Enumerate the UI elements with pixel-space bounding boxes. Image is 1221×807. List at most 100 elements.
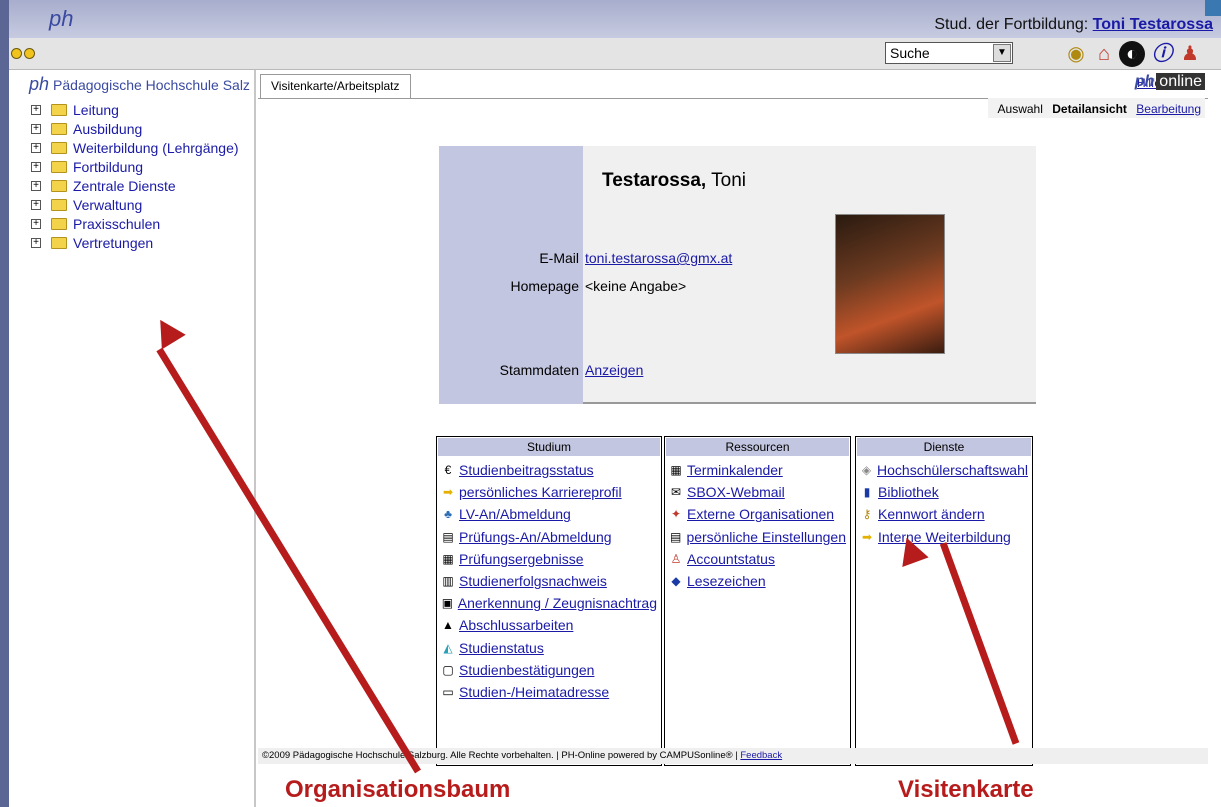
studium-item[interactable]: ♣ LV-An/Abmeldung	[441, 503, 657, 525]
tree-item-label[interactable]: Ausbildung	[73, 121, 142, 137]
chevron-down-icon[interactable]: ▼	[993, 44, 1011, 62]
organization-icon: ✦	[670, 507, 682, 522]
org-tree-title[interactable]: ph Pädagogische Hochschule Salz	[29, 74, 250, 95]
expand-icon[interactable]: +	[31, 218, 41, 229]
ressourcen-item[interactable]: ✦ Externe Organisationen	[669, 503, 846, 525]
ressourcen-item[interactable]: ♙ Accountstatus	[669, 548, 846, 570]
expand-icon[interactable]: +	[31, 123, 41, 134]
view-modes: Auswahl Detailansicht Bearbeitung	[987, 98, 1205, 118]
ressourcen-item[interactable]: ◆ Lesezeichen	[669, 570, 846, 592]
view-auswahl[interactable]: Auswahl	[998, 102, 1043, 116]
menu-link[interactable]: Studienerfolgsnachweis	[459, 573, 607, 589]
tree-item-label[interactable]: Leitung	[73, 102, 119, 118]
menu-link[interactable]: LV-An/Abmeldung	[459, 506, 571, 522]
dienste-item[interactable]: ▮ Bibliothek	[860, 481, 1028, 503]
menu-link[interactable]: Terminkalender	[687, 462, 783, 478]
studium-item[interactable]: ◭ Studienstatus	[441, 637, 657, 659]
tree-item[interactable]: + Vertretungen	[31, 233, 239, 252]
logout-icon[interactable]: ◐	[1119, 41, 1145, 67]
menu-link[interactable]: Studienbeitragsstatus	[459, 462, 594, 478]
expand-icon[interactable]: +	[31, 237, 41, 248]
menu-link[interactable]: Externe Organisationen	[687, 506, 834, 522]
tree-item[interactable]: + Ausbildung	[31, 119, 239, 138]
expand-icon[interactable]: +	[31, 180, 41, 191]
nav-forward-icon[interactable]	[24, 48, 35, 59]
studium-item[interactable]: ▭ Studien-/Heimatadresse	[441, 681, 657, 703]
homepage-label: Homepage	[510, 278, 580, 294]
tree-item-label[interactable]: Verwaltung	[73, 197, 142, 213]
studium-item[interactable]: ▲ Abschlussarbeiten	[441, 614, 657, 636]
dienste-item[interactable]: ◈ Hochschülerschaftswahl	[860, 459, 1028, 481]
view-detailansicht[interactable]: Detailansicht	[1052, 102, 1127, 116]
profile-photo	[835, 214, 945, 354]
menu-link[interactable]: Kennwort ändern	[878, 506, 985, 522]
view-bearbeitung[interactable]: Bearbeitung	[1136, 102, 1201, 116]
ressourcen-item[interactable]: ✉ SBOX-Webmail	[669, 481, 846, 503]
info-icon[interactable]: ⓘ	[1149, 41, 1175, 67]
menu-link[interactable]: SBOX-Webmail	[687, 484, 785, 500]
person-icon[interactable]: ♟	[1177, 41, 1203, 67]
dienste-item[interactable]: ⚷ Kennwort ändern	[860, 503, 1028, 525]
caption-visitenkarte: Visitenkarte	[898, 776, 1034, 803]
studium-item[interactable]: € Studienbeitragsstatus	[441, 459, 657, 481]
menu-link[interactable]: Prüfungsergebnisse	[459, 551, 584, 567]
menu-link[interactable]: persönliches Karriereprofil	[459, 484, 622, 500]
tree-item[interactable]: + Fortbildung	[31, 157, 239, 176]
email-link[interactable]: toni.testarossa@gmx.at	[585, 250, 732, 266]
tree-item-label[interactable]: Weiterbildung (Lehrgänge)	[73, 140, 239, 156]
tree-item[interactable]: + Praxisschulen	[31, 214, 239, 233]
menu-link[interactable]: Anerkennung / Zeugnisnachtrag	[458, 595, 657, 611]
ph-online-logo: ph online	[1135, 73, 1205, 91]
studium-item[interactable]: ▣ Anerkennung / Zeugnisnachtrag	[441, 592, 657, 614]
menu-link[interactable]: Bibliothek	[878, 484, 939, 500]
menu-link[interactable]: Studienbestätigungen	[459, 662, 594, 678]
expand-icon[interactable]: +	[31, 199, 41, 210]
search-select-value: Suche	[890, 45, 930, 61]
brand-online: online	[1156, 73, 1205, 90]
last-name: Testarossa,	[602, 170, 707, 191]
calendar-icon: ▦	[670, 463, 682, 478]
studium-item[interactable]: ▦ Prüfungsergebnisse	[441, 548, 657, 570]
expand-icon[interactable]: +	[31, 161, 41, 172]
tab-visitenkarte[interactable]: Visitenkarte/Arbeitsplatz	[260, 74, 411, 98]
tree-item-label[interactable]: Zentrale Dienste	[73, 178, 176, 194]
folder-icon	[51, 217, 67, 230]
search-select[interactable]: Suche ▼	[885, 42, 1013, 64]
tree-item[interactable]: + Weiterbildung (Lehrgänge)	[31, 138, 239, 157]
certificate-icon: ▣	[441, 596, 454, 611]
menu-link[interactable]: Accountstatus	[687, 551, 775, 567]
studium-item[interactable]: ▥ Studienerfolgsnachweis	[441, 570, 657, 592]
tree-item-label[interactable]: Fortbildung	[73, 159, 143, 175]
studium-item[interactable]: ▢ Studienbestätigungen	[441, 659, 657, 681]
menu-link[interactable]: Studienstatus	[459, 640, 544, 656]
caption-organisationsbaum: Organisationsbaum	[285, 776, 511, 803]
tree-item[interactable]: + Verwaltung	[31, 195, 239, 214]
tree-item-label[interactable]: Praxisschulen	[73, 216, 160, 232]
nav-back-icon[interactable]	[11, 48, 22, 59]
organization-tree-panel: ph Pädagogische Hochschule Salz + Leitung …	[9, 70, 256, 807]
tree-item[interactable]: + Zentrale Dienste	[31, 176, 239, 195]
menu-link[interactable]: Prüfungs-An/Abmeldung	[459, 529, 612, 545]
menu-link[interactable]: Studien-/Heimatadresse	[459, 684, 609, 700]
panel-title: Ressourcen	[666, 438, 849, 456]
studium-item[interactable]: ▤ Prüfungs-An/Abmeldung	[441, 526, 657, 548]
exam-icon: ▤	[442, 529, 454, 544]
tree-item[interactable]: + Leitung	[31, 100, 239, 119]
org-title-label: Pädagogische Hochschule Salz	[53, 77, 250, 93]
feedback-link[interactable]: Feedback	[740, 750, 782, 761]
expand-icon[interactable]: +	[31, 142, 41, 153]
home-icon[interactable]: ⌂	[1091, 41, 1117, 67]
ressourcen-item[interactable]: ▤ persönliche Einstellungen	[669, 526, 846, 548]
tree-item-label[interactable]: Vertretungen	[73, 235, 153, 251]
folder-icon	[51, 103, 67, 116]
studium-item[interactable]: ➡ persönliches Karriereprofil	[441, 481, 657, 503]
menu-link[interactable]: Hochschülerschaftswahl	[877, 462, 1028, 478]
ressourcen-item[interactable]: ▦ Terminkalender	[669, 459, 846, 481]
menu-link[interactable]: persönliche Einstellungen	[686, 529, 846, 545]
user-name-link[interactable]: Toni Testarossa	[1093, 16, 1213, 33]
key-icon[interactable]: ◉	[1063, 41, 1089, 67]
menu-link[interactable]: Abschlussarbeiten	[459, 617, 573, 633]
stammdaten-link[interactable]: Anzeigen	[585, 362, 643, 378]
menu-link[interactable]: Lesezeichen	[687, 573, 766, 589]
expand-icon[interactable]: +	[31, 104, 41, 115]
